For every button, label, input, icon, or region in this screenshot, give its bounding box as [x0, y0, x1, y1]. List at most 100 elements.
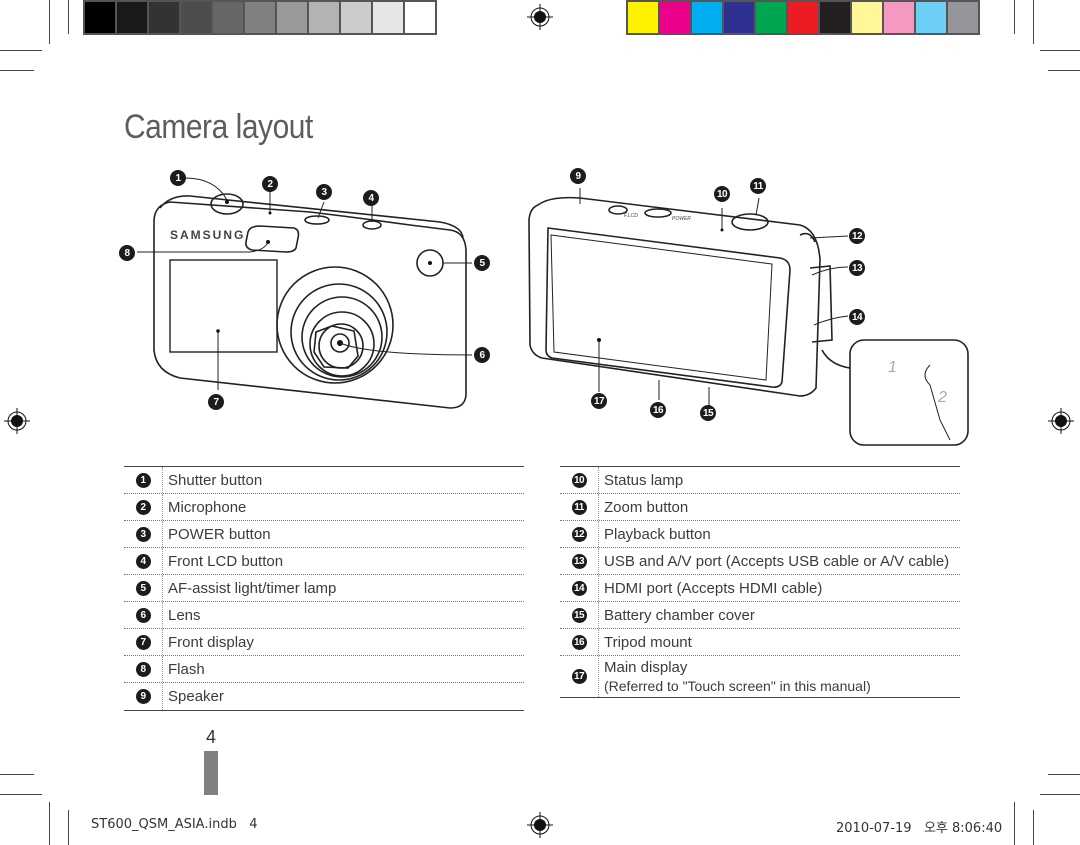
- table-row: 3 POWER button: [124, 521, 524, 548]
- table-row: 17 Main display (Referred to "Touch screen…: [560, 656, 960, 697]
- callout-13: 13: [849, 260, 865, 276]
- part-number-badge: 16: [571, 634, 587, 650]
- color-swatch: [788, 2, 818, 33]
- part-label: Status lamp: [604, 471, 684, 489]
- crop-mark: [1040, 50, 1080, 51]
- part-label: Main display: [604, 658, 688, 676]
- part-label-group: Main display (Referred to "Touch screen" …: [599, 658, 871, 696]
- table-row: 13 USB and A/V port (Accepts USB cable or…: [560, 548, 960, 575]
- callout-8: 8: [119, 245, 135, 261]
- callout-6: 6: [474, 347, 490, 363]
- crop-mark: [49, 802, 50, 845]
- camera-front-illustration: SAMSUNG: [137, 177, 473, 409]
- color-swatch: [373, 2, 403, 33]
- table-row: 6 Lens: [124, 602, 524, 629]
- part-number-badge: 10: [571, 472, 587, 488]
- table-row: 5 AF-assist light/timer lamp: [124, 575, 524, 602]
- part-label: Tripod mount: [604, 633, 692, 651]
- color-swatch: [405, 2, 435, 33]
- color-swatch: [852, 2, 882, 33]
- part-number-badge: 4: [135, 553, 151, 569]
- part-number-badge: 3: [135, 526, 151, 542]
- color-swatch: [277, 2, 307, 33]
- color-swatch: [916, 2, 946, 33]
- part-number-badge: 9: [135, 689, 151, 704]
- table-row: 12 Playback button: [560, 521, 960, 548]
- registration-mark-icon: [527, 812, 553, 838]
- page-title: Camera layout: [124, 108, 313, 146]
- callout-14: 14: [849, 309, 865, 325]
- part-label: HDMI port (Accepts HDMI cable): [604, 579, 823, 597]
- callout-16: 16: [650, 402, 666, 418]
- part-number-badge: 8: [135, 661, 151, 677]
- part-sublabel: (Referred to "Touch screen" in this manu…: [604, 677, 871, 694]
- footer-timestamp: 2010-07-19 오후 8:06:40: [836, 821, 1003, 836]
- color-swatch: [341, 2, 371, 33]
- crop-mark: [1014, 0, 1015, 34]
- registration-mark-icon: [527, 4, 553, 30]
- callout-9: 9: [570, 168, 586, 184]
- table-row: 8 Flash: [124, 656, 524, 683]
- registration-mark-icon: [1048, 408, 1074, 434]
- crop-mark: [0, 794, 42, 795]
- part-label: Front LCD button: [168, 552, 284, 570]
- color-swatch: [628, 2, 658, 33]
- callout-11: 11: [750, 178, 766, 194]
- page-number: 4: [206, 727, 217, 747]
- callout-17: 17: [591, 393, 607, 409]
- part-label: AF-assist light/timer lamp: [168, 579, 337, 597]
- part-label: Speaker: [168, 688, 224, 705]
- table-row: 11 Zoom button: [560, 494, 960, 521]
- crop-mark: [49, 0, 50, 44]
- callout-12: 12: [849, 228, 865, 244]
- table-row: 1 Shutter button: [124, 467, 524, 494]
- color-swatch: [820, 2, 850, 33]
- table-row: 4 Front LCD button: [124, 548, 524, 575]
- strap-step-1: 1: [888, 359, 897, 376]
- part-number-badge: 6: [135, 607, 151, 623]
- table-row: 14 HDMI port (Accepts HDMI cable): [560, 575, 960, 602]
- color-swatch: [181, 2, 211, 33]
- color-swatch: [660, 2, 690, 33]
- color-swatch: [149, 2, 179, 33]
- crop-mark: [1014, 802, 1015, 845]
- table-row: 2 Microphone: [124, 494, 524, 521]
- crop-mark: [1033, 0, 1034, 44]
- part-number-badge: 11: [571, 499, 587, 515]
- table-row: 15 Battery chamber cover: [560, 602, 960, 629]
- part-label: Shutter button: [168, 471, 263, 489]
- color-calibration-bar: [626, 0, 980, 35]
- part-number-badge: 12: [571, 526, 587, 542]
- part-label: Playback button: [604, 525, 711, 543]
- parts-table-right: 10 Status lamp 11 Zoom button 12 Playback b…: [560, 466, 960, 698]
- part-number-badge: 13: [571, 553, 587, 569]
- crop-mark: [1048, 774, 1080, 775]
- callout-1: 1: [170, 170, 186, 186]
- strap-step-2: 2: [937, 389, 947, 406]
- part-label: Lens: [168, 606, 201, 624]
- page-tab-marker: [204, 751, 218, 795]
- registration-mark-icon: [4, 408, 30, 434]
- color-swatch: [756, 2, 786, 33]
- callout-4: 4: [363, 190, 379, 206]
- crop-mark: [68, 810, 69, 845]
- footer-filename: ST600_QSM_ASIA.indb 4: [91, 817, 258, 832]
- table-row: 7 Front display: [124, 629, 524, 656]
- power-label: POWER: [672, 216, 691, 222]
- part-label: POWER button: [168, 525, 271, 543]
- callout-3: 3: [316, 184, 332, 200]
- part-label: Zoom button: [604, 498, 689, 516]
- part-label: Front display: [168, 633, 254, 651]
- part-number-badge: 2: [135, 499, 151, 515]
- callout-7: 7: [208, 394, 224, 410]
- table-row: 10 Status lamp: [560, 467, 960, 494]
- color-swatch: [309, 2, 339, 33]
- callout-15: 15: [700, 405, 716, 421]
- callout-5: 5: [474, 255, 490, 271]
- color-swatch: [692, 2, 722, 33]
- part-number-badge: 15: [571, 607, 587, 623]
- color-swatch: [213, 2, 243, 33]
- callout-2: 2: [262, 176, 278, 192]
- part-number-badge: 14: [571, 580, 587, 596]
- part-number-badge: 5: [135, 580, 151, 596]
